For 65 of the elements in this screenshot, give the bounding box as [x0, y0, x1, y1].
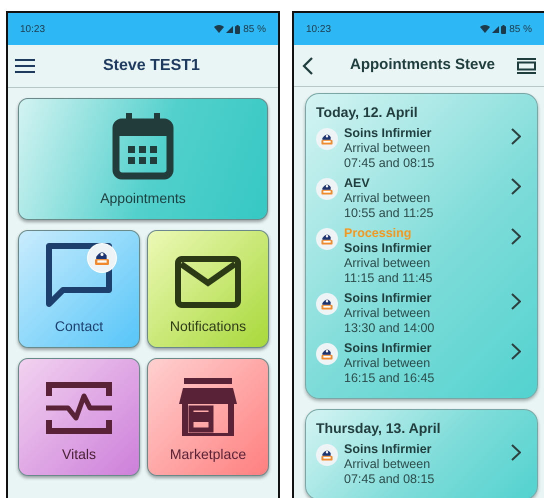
envelope-icon — [175, 256, 241, 308]
provider-avatar-icon — [316, 293, 338, 315]
battery-level: 85 % — [243, 22, 266, 36]
day-heading: Today, 12. April — [316, 103, 419, 122]
provider-avatar-icon — [88, 244, 116, 272]
wifi-icon — [480, 25, 490, 33]
appointment-text: Arrival between — [344, 457, 432, 472]
provider-avatar-icon — [316, 128, 338, 150]
appointment-time: 11:15 and 11:45 — [344, 271, 434, 286]
appointment-title: AEV — [344, 176, 371, 191]
vitals-monitor-icon — [46, 380, 112, 436]
provider-avatar-icon — [316, 444, 338, 466]
appointment-title: Soins Infirmier — [344, 126, 433, 141]
appointment-time: 07:45 and 08:15 — [344, 472, 436, 487]
chevron-right-icon — [511, 128, 521, 145]
appointment-item[interactable]: Soins Infirmier Arrival between 13:30 and 14:00 — [316, 291, 527, 336]
appointment-time: 07:45 and 08:15 — [344, 156, 436, 171]
dashboard-tile[interactable]: Appointments — [18, 98, 268, 220]
screen-title: Steve TEST1 — [103, 56, 200, 76]
battery-icon — [501, 24, 506, 34]
chat-bubble-icon — [45, 242, 113, 308]
provider-avatar-icon — [316, 228, 338, 250]
chevron-right-icon — [511, 343, 521, 360]
appointment-time: 16:15 and 16:45 — [344, 371, 436, 386]
appointment-status: Processing — [344, 226, 412, 241]
appointment-title: Soins Infirmier — [344, 341, 433, 356]
appointment-text: Arrival between — [344, 256, 432, 271]
chevron-right-icon — [511, 293, 521, 310]
signal-icon — [226, 26, 234, 32]
provider-avatar-icon — [316, 178, 338, 200]
status-time: 10:23 — [306, 22, 332, 36]
dashboard-tile[interactable]: Contact — [18, 230, 140, 348]
battery-level: 85 % — [509, 22, 532, 36]
appointment-item[interactable]: Processing Soins Infirmier Arrival between 11:15 and 11:45 — [316, 226, 527, 286]
list-view-icon[interactable] — [517, 56, 536, 74]
wifi-icon — [214, 25, 224, 33]
appointment-title: Soins Infirmier — [344, 241, 433, 256]
appointment-time: 10:55 and 11:25 — [344, 206, 434, 221]
dashboard-tile[interactable]: Vitals — [18, 358, 140, 476]
day-heading: Thursday, 13. April — [316, 419, 442, 438]
appointment-item[interactable]: Soins Infirmier Arrival between 07:45 and 08:15 — [316, 442, 527, 487]
chevron-right-icon — [511, 178, 521, 195]
appointment-time: 13:30 and 14:00 — [344, 321, 436, 336]
status-time: 10:23 — [20, 22, 46, 36]
appointment-title: Soins Infirmier — [344, 291, 433, 306]
appointment-item[interactable]: AEV Arrival between 10:55 and 11:25 — [316, 176, 527, 221]
screen-title: Appointments Steve — [350, 55, 496, 76]
appointment-item[interactable]: Soins Infirmier Arrival between 16:15 and 16:45 — [316, 341, 527, 386]
appointment-text: Arrival between — [344, 356, 432, 371]
appointment-item[interactable]: Soins Infirmier Arrival between 07:45 and 08:15 — [316, 126, 527, 171]
dashboard-tile[interactable]: Notifications — [147, 230, 269, 348]
signal-icon — [492, 26, 500, 32]
dashboard-tile[interactable]: Marketplace — [147, 358, 269, 476]
chevron-right-icon — [511, 228, 521, 245]
appointment-text: Arrival between — [344, 306, 432, 321]
menu-icon[interactable] — [15, 58, 35, 74]
back-icon[interactable] — [302, 56, 314, 74]
provider-avatar-icon — [316, 343, 338, 365]
battery-icon — [235, 24, 240, 34]
calendar-icon — [111, 112, 175, 180]
chevron-right-icon — [511, 444, 521, 461]
store-icon — [179, 378, 237, 436]
appointment-title: Soins Infirmier — [344, 442, 433, 457]
appointment-text: Arrival between — [344, 191, 432, 206]
appointment-text: Arrival between — [344, 141, 432, 156]
